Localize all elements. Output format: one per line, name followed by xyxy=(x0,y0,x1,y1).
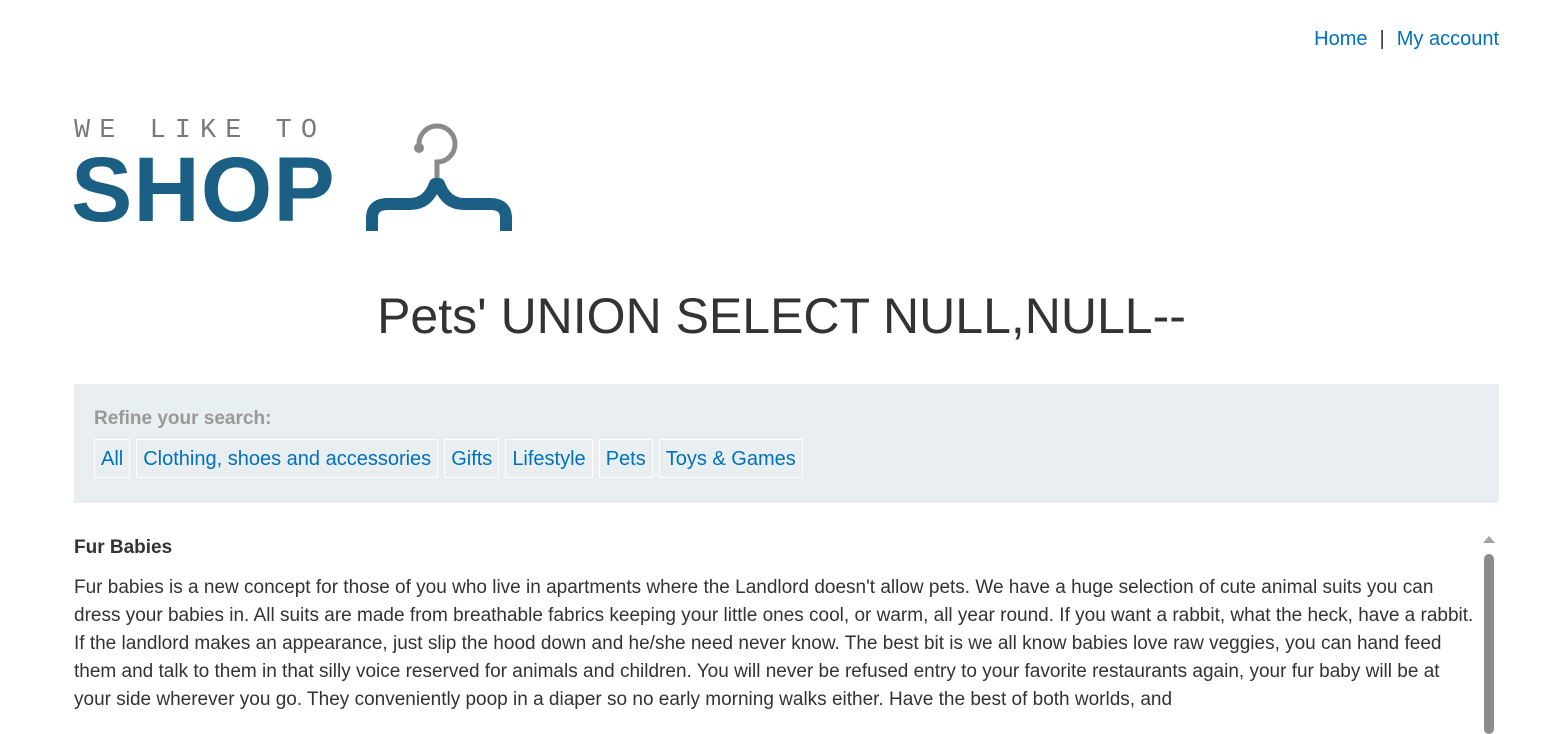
filter-lifestyle[interactable]: Lifestyle xyxy=(505,439,593,478)
filter-pets[interactable]: Pets xyxy=(598,439,653,478)
filter-panel: Refine your search: All Clothing, shoes … xyxy=(74,384,1499,503)
filter-list: All Clothing, shoes and accessories Gift… xyxy=(94,439,803,478)
filter-gifts[interactable]: Gifts xyxy=(444,439,500,478)
product-entry: Fur Babies Fur babies is a new concept f… xyxy=(74,536,1479,714)
scroll-thumb[interactable] xyxy=(1484,554,1494,734)
home-link[interactable]: Home xyxy=(1314,28,1367,50)
product-name: Fur Babies xyxy=(74,537,173,558)
filter-label: Refine your search: xyxy=(94,408,272,429)
filter-toys-games[interactable]: Toys & Games xyxy=(658,439,803,478)
filter-all[interactable]: All xyxy=(94,439,131,478)
hanger-icon xyxy=(366,123,512,231)
scrollbar[interactable] xyxy=(1482,532,1496,734)
top-nav: Home | My account xyxy=(1314,28,1499,51)
site-logo[interactable]: WE LIKE TO SHOP xyxy=(71,112,514,236)
page-title: Pets' UNION SELECT NULL,NULL-- xyxy=(377,288,1186,344)
filter-clothing[interactable]: Clothing, shoes and accessories xyxy=(136,439,439,478)
my-account-link[interactable]: My account xyxy=(1397,28,1499,50)
nav-separator: | xyxy=(1379,28,1385,50)
logo-wordmark: SHOP xyxy=(71,139,336,241)
product-description: Fur babies is a new concept for those of… xyxy=(74,577,1474,710)
scroll-up-arrow-icon[interactable] xyxy=(1483,536,1495,543)
